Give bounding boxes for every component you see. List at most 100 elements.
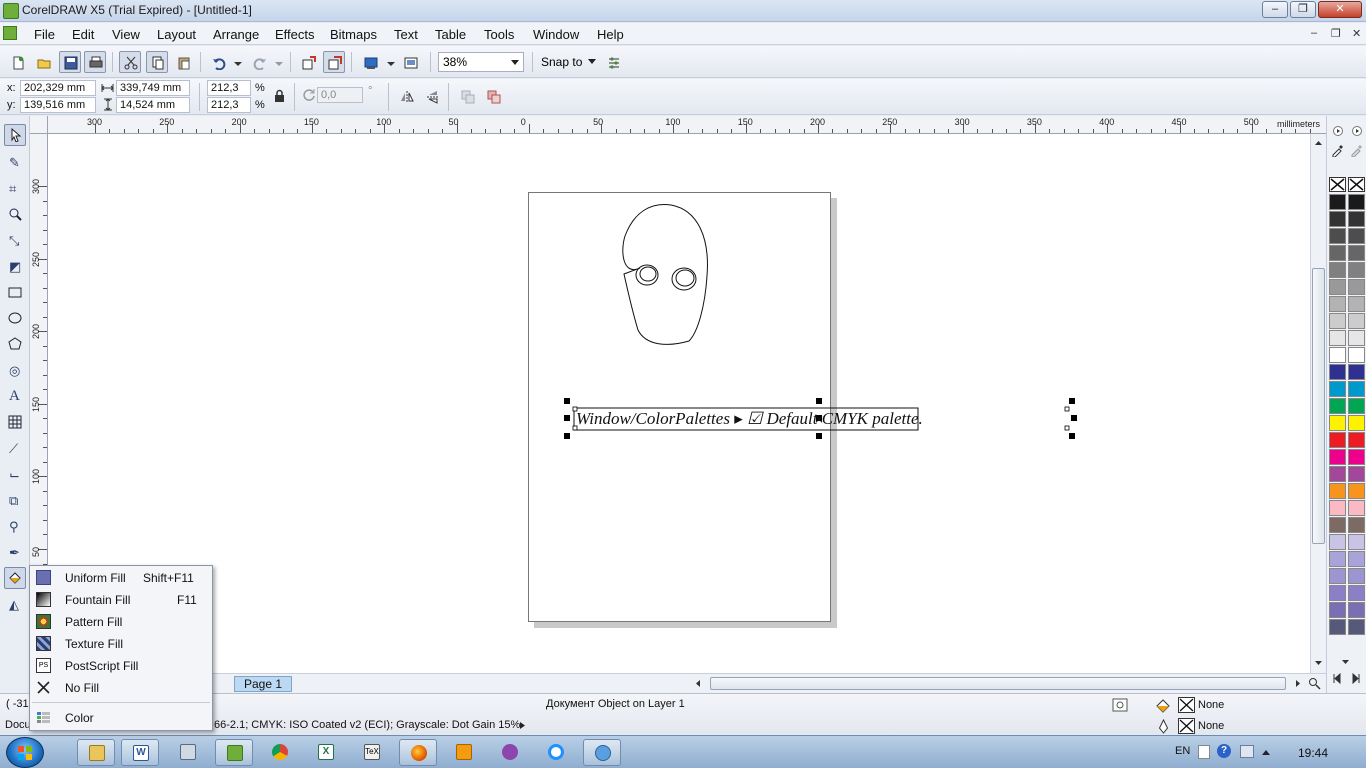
- color-swatch[interactable]: [1348, 500, 1365, 516]
- menu-window[interactable]: Window: [533, 27, 579, 42]
- menu-fountain-fill[interactable]: Fountain Fill F11: [32, 589, 212, 610]
- horizontal-scroll-thumb[interactable]: [710, 677, 1286, 690]
- freehand-tool[interactable]: ⤡: [4, 229, 26, 251]
- palette-scroll-down-icon[interactable]: [1341, 658, 1350, 666]
- options-button[interactable]: [602, 51, 624, 73]
- color-swatch[interactable]: [1329, 398, 1346, 414]
- fill-tool[interactable]: [4, 567, 26, 589]
- menu-bitmaps[interactable]: Bitmaps: [330, 27, 377, 42]
- object-width-field[interactable]: 339,749 mm: [116, 80, 190, 96]
- taskbar-app-spider[interactable]: [491, 739, 529, 766]
- lock-ratio-icon[interactable]: [273, 89, 286, 103]
- start-button[interactable]: [6, 737, 44, 768]
- pencil-icon[interactable]: [1350, 143, 1364, 157]
- menu-file[interactable]: File: [34, 27, 55, 42]
- scale-y-field[interactable]: 212,3: [207, 97, 251, 113]
- color-swatch[interactable]: [1348, 364, 1365, 380]
- color-swatch[interactable]: [1329, 245, 1346, 261]
- color-swatch[interactable]: [1329, 415, 1346, 431]
- pick-tool[interactable]: [4, 124, 26, 146]
- print-button[interactable]: [84, 51, 106, 73]
- close-button[interactable]: ✕: [1318, 1, 1362, 18]
- scroll-down-arrow-icon[interactable]: [1314, 659, 1323, 667]
- color-swatch[interactable]: [1348, 619, 1365, 635]
- scroll-up-arrow-icon[interactable]: [1314, 139, 1323, 147]
- palette-last-icon[interactable]: [1351, 673, 1361, 684]
- eyedropper-icon[interactable]: [1331, 143, 1345, 157]
- menu-no-fill[interactable]: No Fill: [32, 677, 212, 698]
- color-swatch[interactable]: [1348, 398, 1365, 414]
- taskbar-excel[interactable]: X: [307, 739, 345, 766]
- color-profile-info[interactable]: 66-2.1; CMYK: ISO Coated v2 (ECI); Grays…: [214, 719, 520, 731]
- combine-button[interactable]: [456, 85, 478, 107]
- launcher-dropdown[interactable]: [382, 51, 395, 73]
- color-swatch[interactable]: [1329, 500, 1346, 516]
- color-swatch[interactable]: [1348, 585, 1365, 601]
- color-swatch[interactable]: [1329, 364, 1346, 380]
- zoom-tool[interactable]: [4, 203, 26, 225]
- dimension-tool[interactable]: ⟋: [4, 437, 26, 459]
- welcome-screen-button[interactable]: [399, 51, 421, 73]
- menu-arrange[interactable]: Arrange: [213, 27, 259, 42]
- scroll-right-arrow-icon[interactable]: [1294, 679, 1302, 688]
- vertical-scrollbar[interactable]: [1310, 134, 1326, 673]
- color-swatch[interactable]: [1348, 466, 1365, 482]
- taskbar-chrome[interactable]: [261, 739, 299, 766]
- scale-x-field[interactable]: 212,3: [207, 80, 251, 96]
- undo-button[interactable]: [207, 51, 229, 73]
- taskbar-internet-explorer[interactable]: [537, 739, 575, 766]
- menu-pattern-fill[interactable]: Pattern Fill: [32, 611, 212, 632]
- menu-effects[interactable]: Effects: [275, 27, 315, 42]
- color-swatch[interactable]: [1329, 381, 1346, 397]
- color-swatch[interactable]: [1329, 279, 1346, 295]
- color-swatch[interactable]: [1348, 568, 1365, 584]
- color-swatch[interactable]: [1329, 619, 1346, 635]
- cut-button[interactable]: [119, 51, 141, 73]
- color-swatch[interactable]: [1329, 534, 1346, 550]
- color-swatch[interactable]: [1348, 432, 1365, 448]
- save-button[interactable]: [59, 51, 81, 73]
- menu-layout[interactable]: Layout: [157, 27, 196, 42]
- snapshot-icon[interactable]: [1112, 698, 1128, 712]
- color-swatch[interactable]: [1348, 296, 1365, 312]
- color-swatch[interactable]: [1329, 432, 1346, 448]
- menu-help[interactable]: Help: [597, 27, 624, 42]
- paste-button[interactable]: [172, 51, 194, 73]
- color-swatch[interactable]: [1329, 194, 1346, 210]
- rotation-angle-field[interactable]: 0,0: [317, 87, 363, 103]
- break-apart-button[interactable]: [482, 85, 504, 107]
- application-launcher-button[interactable]: [359, 51, 381, 73]
- connector-tool[interactable]: ⌙: [4, 463, 26, 485]
- x-position-field[interactable]: 202,329 mm: [20, 80, 96, 96]
- ellipse-tool[interactable]: [4, 307, 26, 329]
- color-swatch[interactable]: [1329, 330, 1346, 346]
- basic-shapes-tool[interactable]: ◎: [4, 359, 26, 381]
- shape-tool[interactable]: ✎: [4, 151, 26, 173]
- color-swatch[interactable]: [1329, 551, 1346, 567]
- menu-edit[interactable]: Edit: [72, 27, 94, 42]
- taskbar-tex[interactable]: TeX: [353, 739, 391, 766]
- menu-uniform-fill[interactable]: Uniform Fill Shift+F11: [32, 567, 212, 588]
- chevron-down-icon[interactable]: [588, 59, 596, 64]
- color-swatch[interactable]: [1348, 551, 1365, 567]
- ruler-origin[interactable]: [30, 116, 48, 134]
- system-clock[interactable]: 19:44: [1298, 746, 1328, 760]
- taskbar-contacts[interactable]: [583, 739, 621, 766]
- coreldraw-app-icon[interactable]: [3, 3, 19, 19]
- color-swatch[interactable]: [1329, 262, 1346, 278]
- color-swatch[interactable]: [1348, 228, 1365, 244]
- network-tray-icon[interactable]: [1240, 745, 1254, 758]
- color-swatch[interactable]: [1348, 449, 1365, 465]
- color-swatch[interactable]: [1329, 466, 1346, 482]
- menu-postscript-fill[interactable]: PS PostScript Fill: [32, 655, 212, 676]
- copy-button[interactable]: [146, 51, 168, 73]
- mirror-vertical-button[interactable]: [421, 85, 443, 107]
- export-button[interactable]: [323, 51, 345, 73]
- doc-minimize-button[interactable]: –: [1311, 27, 1317, 39]
- taskbar-coreldraw[interactable]: [215, 739, 253, 766]
- color-swatch[interactable]: [1348, 313, 1365, 329]
- taskbar-explorer[interactable]: [77, 739, 115, 766]
- smart-fill-tool[interactable]: ◩: [4, 255, 26, 277]
- color-swatch[interactable]: [1329, 602, 1346, 618]
- menu-table[interactable]: Table: [435, 27, 466, 42]
